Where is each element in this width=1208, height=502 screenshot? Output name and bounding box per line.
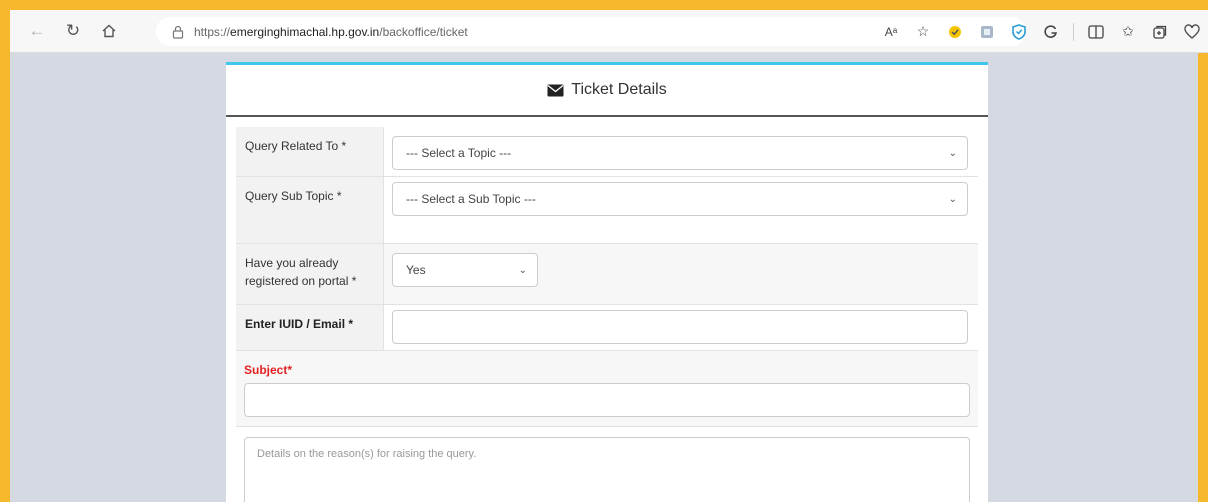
collections-icon[interactable]	[1151, 23, 1169, 41]
query-related-select[interactable]: --- Select a Topic --- ⌄	[392, 136, 968, 170]
subject-label: Subject*	[244, 363, 293, 377]
browser-extensions: Aᵃ ☆ ✩	[875, 10, 1208, 53]
iuid-input[interactable]	[392, 310, 968, 344]
subject-section: Subject*	[236, 351, 978, 427]
back-icon[interactable]: ←	[26, 20, 48, 42]
chevron-down-icon: ⌄	[948, 193, 957, 205]
card-header: Ticket Details	[226, 65, 988, 117]
details-textarea[interactable]: Details on the reason(s) for raising the…	[244, 437, 970, 502]
favorites-icon[interactable]: ✩	[1119, 23, 1137, 41]
refresh-icon[interactable]: ↻	[62, 20, 84, 42]
ticket-form: Query Related To * --- Select a Topic --…	[236, 127, 978, 502]
extension-box-icon[interactable]	[978, 23, 996, 41]
browser-toolbar: ← ↻ https://emerginghimachal.hp.gov.in/b…	[10, 10, 1208, 53]
details-section: Details on the reason(s) for raising the…	[236, 427, 978, 502]
query-related-value: --- Select a Topic ---	[406, 146, 512, 160]
favorite-star-icon[interactable]: ☆	[914, 23, 932, 41]
iuid-label: Enter IUID / Email *	[236, 305, 384, 350]
lock-icon[interactable]	[170, 24, 186, 40]
query-related-row: Query Related To * --- Select a Topic --…	[236, 127, 978, 177]
sub-topic-select[interactable]: --- Select a Sub Topic --- ⌄	[392, 182, 968, 216]
toolbar-divider	[1073, 22, 1074, 41]
extension-check-icon[interactable]	[946, 23, 964, 41]
registered-label: Have you already registered on portal *	[236, 244, 384, 304]
browser-essentials-icon[interactable]	[1183, 23, 1201, 41]
chevron-down-icon: ⌄	[518, 264, 527, 276]
query-related-label: Query Related To *	[236, 127, 384, 176]
sub-topic-value: --- Select a Sub Topic ---	[406, 192, 536, 206]
chevron-down-icon: ⌄	[948, 147, 957, 159]
registered-value: Yes	[406, 263, 426, 277]
home-icon[interactable]	[98, 20, 120, 42]
page-viewport: Ticket Details Query Related To * --- Se…	[10, 53, 1198, 502]
envelope-icon	[547, 84, 564, 97]
subject-input[interactable]	[244, 383, 970, 417]
registered-select[interactable]: Yes ⌄	[392, 253, 538, 287]
url-text: https://emerginghimachal.hp.gov.in/backo…	[194, 24, 468, 39]
sub-topic-row: Query Sub Topic * --- Select a Sub Topic…	[236, 177, 978, 244]
read-aloud-icon[interactable]: Aᵃ	[882, 23, 900, 41]
extension-shield-icon[interactable]	[1010, 23, 1028, 41]
ticket-details-card: Ticket Details Query Related To * --- Se…	[226, 62, 988, 502]
card-title: Ticket Details	[571, 81, 667, 98]
extension-g-icon[interactable]	[1042, 23, 1060, 41]
registered-row: Have you already registered on portal * …	[236, 244, 978, 305]
iuid-row: Enter IUID / Email *	[236, 305, 978, 351]
split-screen-icon[interactable]	[1087, 23, 1105, 41]
sub-topic-label: Query Sub Topic *	[236, 177, 384, 243]
